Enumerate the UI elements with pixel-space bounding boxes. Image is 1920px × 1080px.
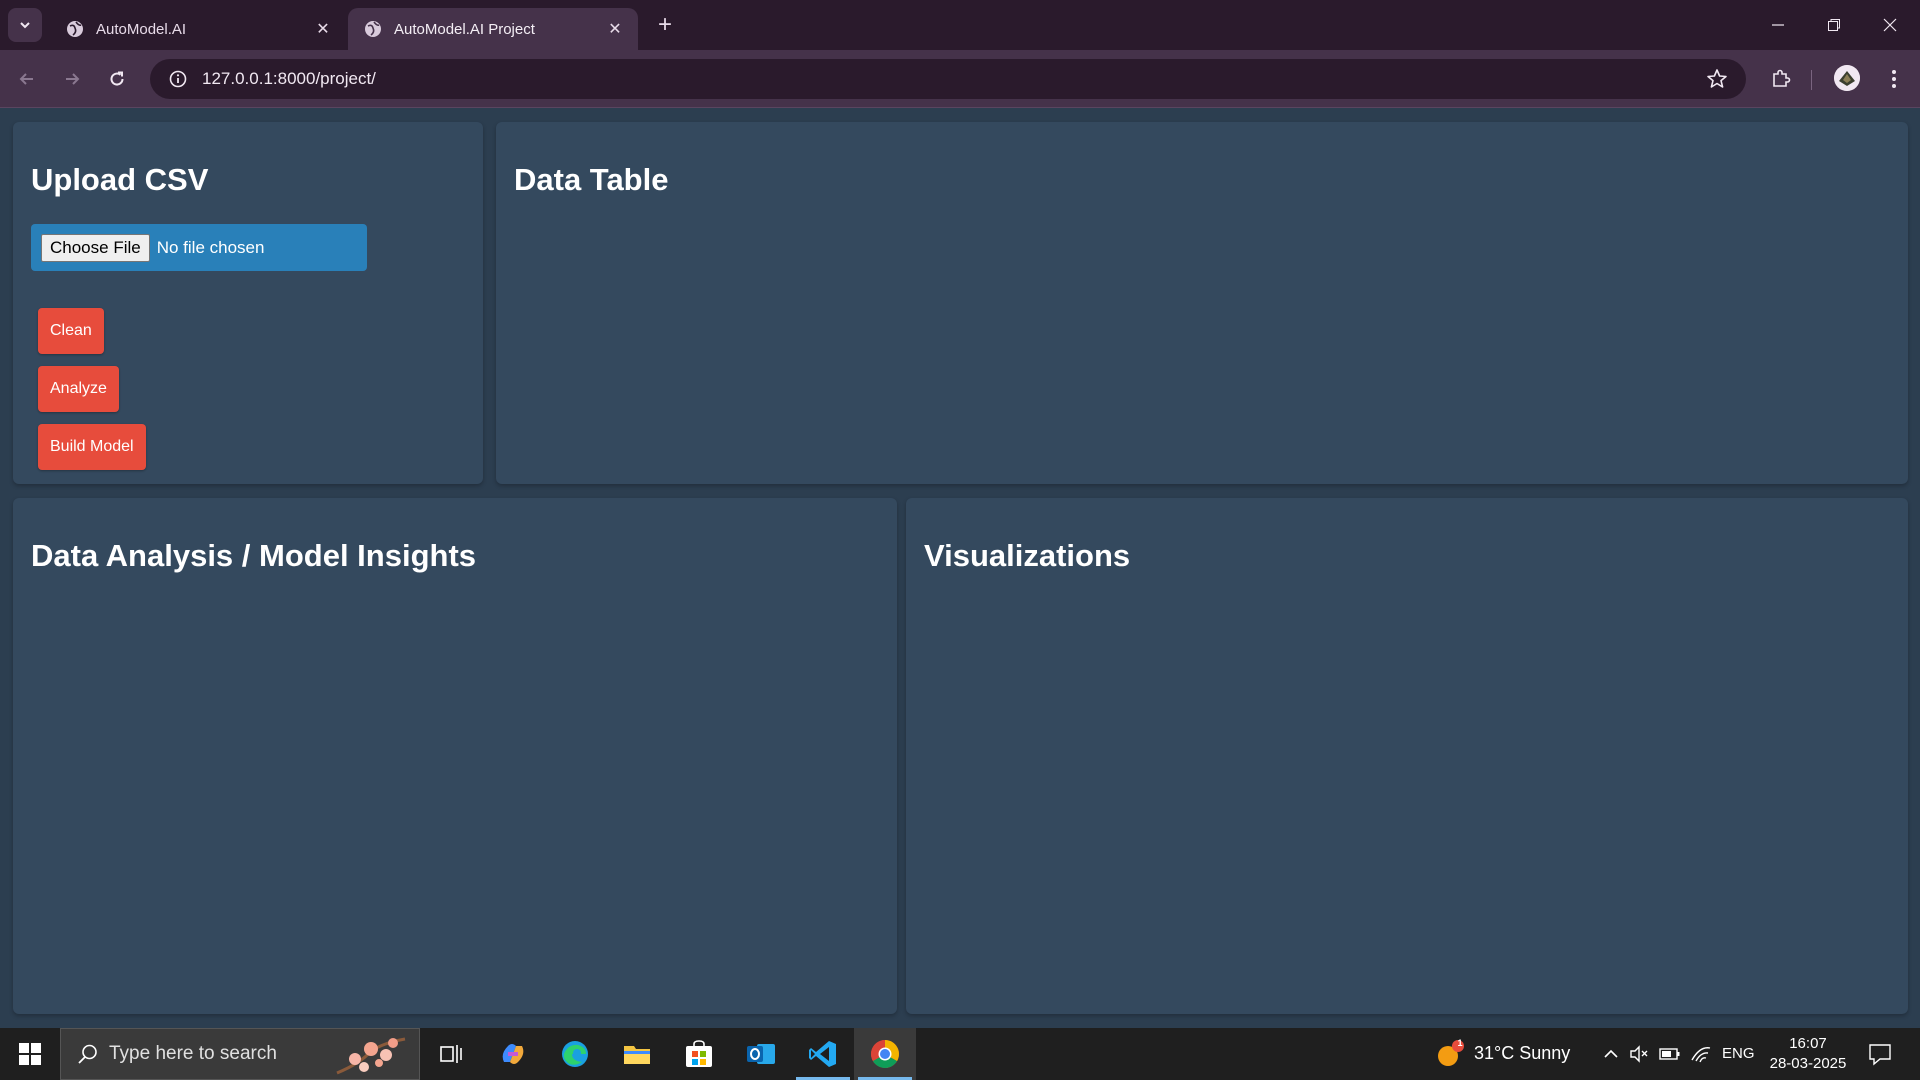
language-indicator[interactable]: ENG: [1722, 1045, 1755, 1062]
file-status: No file chosen: [156, 237, 265, 257]
toolbar-divider: [1811, 70, 1812, 90]
tab-title: AutoModel.AI Project: [394, 20, 535, 38]
chrome-icon: [871, 1040, 899, 1068]
edge-app[interactable]: [544, 1028, 606, 1080]
profile-avatar[interactable]: [1834, 65, 1860, 91]
vscode-app[interactable]: [792, 1028, 854, 1080]
edge-icon: [562, 1041, 588, 1067]
build-model-button[interactable]: Build Model: [38, 424, 146, 470]
copilot-icon: [502, 1044, 524, 1064]
more-vertical-icon: [1892, 70, 1896, 88]
plus-icon: +: [657, 11, 672, 38]
clock-time: 16:07: [1789, 1035, 1827, 1052]
weather-widget[interactable]: 1: [1436, 1038, 1464, 1068]
forward-button[interactable]: [56, 63, 88, 95]
tab-title: AutoModel.AI: [96, 20, 187, 38]
analysis-panel: Data Analysis / Model Insights: [13, 498, 897, 1014]
wifi-icon[interactable]: [1690, 1044, 1712, 1064]
weather-badge: 1: [1457, 1038, 1463, 1048]
visualizations-heading: Visualizations: [924, 538, 1131, 573]
browser-tabstrip: AutoModel.AI ✕ AutoModel.AI Project ✕ +: [0, 0, 1920, 50]
notifications-icon[interactable]: [1868, 1042, 1892, 1066]
browser-toolbar: 127.0.0.1:8000/project/: [0, 50, 1920, 108]
puzzle-icon: [1773, 69, 1791, 87]
task-view-icon: [440, 1045, 462, 1063]
upload-panel: Upload CSV Choose File No file chosen Cl…: [13, 122, 483, 484]
outlook-icon: [747, 1044, 775, 1064]
page-content: Upload CSV Choose File No file chosen Cl…: [0, 108, 1920, 1028]
star-icon[interactable]: [1706, 68, 1728, 90]
folder-icon: [624, 1046, 650, 1064]
restore-icon: [1828, 19, 1840, 31]
reload-icon: [110, 71, 124, 86]
close-icon[interactable]: ✕: [314, 20, 332, 38]
arrow-right-icon: [66, 73, 80, 85]
globe-icon: [67, 21, 83, 37]
extensions-button[interactable]: [1765, 63, 1797, 95]
tab-automodel[interactable]: AutoModel.AI ✕: [50, 8, 346, 50]
site-info-button[interactable]: [158, 59, 198, 99]
restore-button[interactable]: [1814, 8, 1854, 42]
analysis-heading: Data Analysis / Model Insights: [31, 538, 477, 573]
vscode-icon: [809, 1041, 836, 1067]
upload-heading: Upload CSV: [31, 162, 209, 197]
info-icon: [169, 70, 187, 88]
close-window-button[interactable]: [1870, 8, 1910, 42]
profile-icon: [1834, 65, 1860, 91]
store-icon: [686, 1040, 712, 1067]
windows-icon: [19, 1043, 41, 1065]
taskbar-search[interactable]: Type here to search: [60, 1028, 420, 1080]
analyze-button[interactable]: Analyze: [38, 366, 119, 412]
address-bar[interactable]: 127.0.0.1:8000/project/: [150, 59, 1746, 99]
url-text: 127.0.0.1:8000/project/: [202, 69, 376, 88]
search-placeholder: Type here to search: [109, 1043, 277, 1064]
task-view-button[interactable]: [420, 1028, 482, 1080]
file-explorer-app[interactable]: [606, 1028, 668, 1080]
clock-date: 28-03-2025: [1769, 1055, 1847, 1072]
data-table-heading: Data Table: [514, 162, 669, 197]
arrow-left-icon: [19, 73, 33, 85]
clean-button[interactable]: Clean: [38, 308, 104, 354]
data-table-panel: Data Table: [496, 122, 1908, 484]
clock[interactable]: 16:07 28-03-2025: [1760, 1034, 1856, 1074]
microsoft-store-app[interactable]: [668, 1028, 730, 1080]
visualizations-panel: Visualizations: [906, 498, 1908, 1014]
chrome-app[interactable]: [854, 1028, 916, 1080]
tab-search-button[interactable]: [8, 8, 42, 42]
minimize-button[interactable]: [1758, 8, 1798, 42]
chevron-up-icon[interactable]: [1603, 1046, 1619, 1062]
blossom-icon: [336, 1037, 406, 1075]
back-button[interactable]: [11, 63, 43, 95]
choose-file-button[interactable]: Choose File: [41, 233, 150, 262]
search-icon: [78, 1044, 97, 1064]
close-icon[interactable]: ✕: [606, 20, 624, 38]
copilot-app[interactable]: [482, 1028, 544, 1080]
volume-muted-icon[interactable]: [1629, 1044, 1649, 1064]
file-input[interactable]: Choose File No file chosen: [31, 224, 367, 271]
minimize-icon: [1772, 24, 1784, 26]
reload-button[interactable]: [101, 63, 133, 95]
close-icon: [1883, 18, 1897, 32]
weather-text[interactable]: 31°C Sunny: [1474, 1043, 1570, 1064]
browser-menu-button[interactable]: [1880, 63, 1908, 95]
taskbar: Type here to search 1 31°C Sunny ENG 16:…: [0, 1028, 1920, 1080]
chevron-down-icon: [20, 22, 30, 29]
globe-icon: [365, 21, 381, 37]
battery-icon[interactable]: [1659, 1046, 1681, 1062]
new-tab-button[interactable]: +: [652, 11, 678, 38]
start-button[interactable]: [0, 1028, 60, 1080]
tab-automodel-project[interactable]: AutoModel.AI Project ✕: [348, 8, 638, 50]
outlook-app[interactable]: [730, 1028, 792, 1080]
